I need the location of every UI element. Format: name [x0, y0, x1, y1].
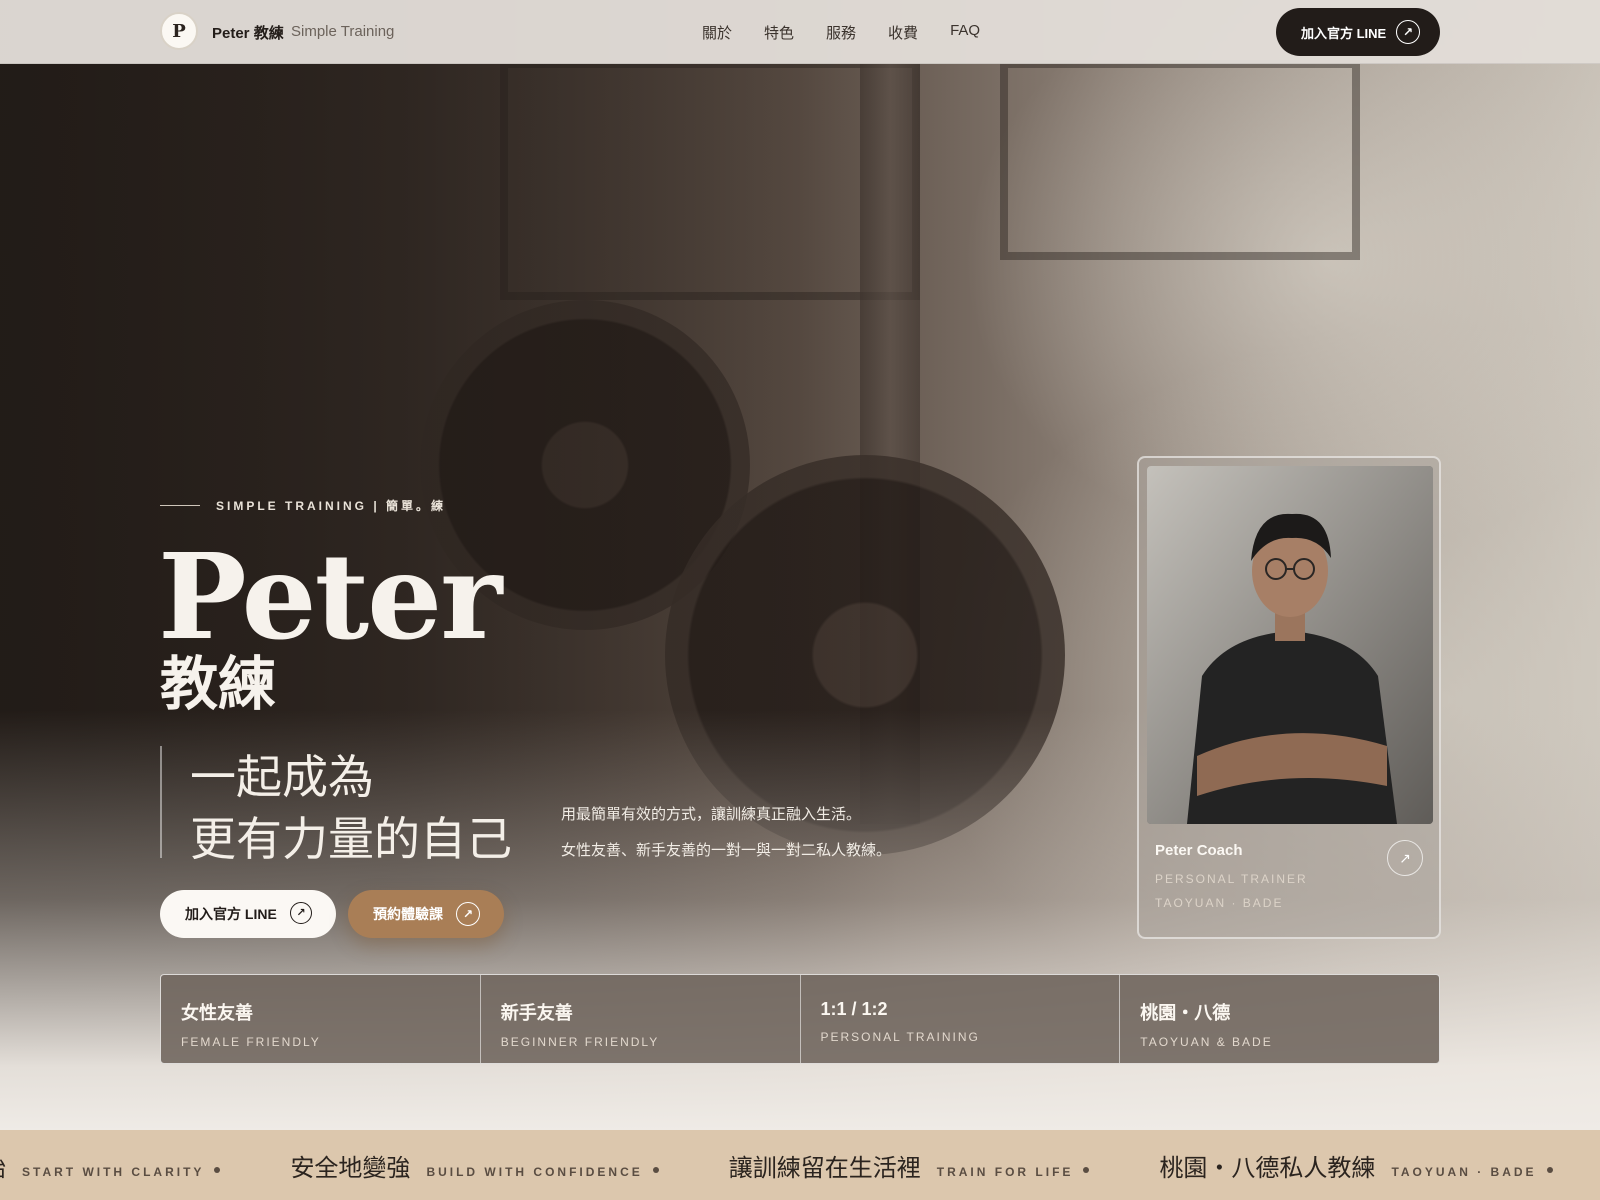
join-line-button-label: 加入官方 LINE [185, 906, 277, 922]
hero-eyebrow: SIMPLE TRAINING | 簡單。練 [160, 497, 446, 514]
feature-subtitle: TAOYUAN & BADE [1140, 1035, 1273, 1049]
eyebrow-divider [160, 505, 200, 506]
ticker-zh: 安全地變強 [290, 1153, 411, 1182]
marquee-ticker: 始 START WITH CLARITY 安全地變強 BUILD WITH CO… [0, 1130, 1600, 1200]
brand-subtitle: Simple Training [291, 23, 395, 40]
arrow-icon: ↗ [1396, 20, 1420, 44]
nav-line-button[interactable]: 加入官方 LINE ↗ [1276, 8, 1440, 56]
eyebrow-text: SIMPLE TRAINING | 簡單。練 [216, 499, 447, 513]
feature-title: 新手友善 [500, 1003, 573, 1023]
feature-item: 新手友善 BEGINNER FRIENDLY [481, 975, 801, 1063]
feature-item: 1:1 / 1:2 PERSONAL TRAINING [801, 975, 1121, 1063]
hero-title-en: Peter [158, 527, 502, 666]
feature-title: 桃園・八德 [1140, 1003, 1231, 1023]
nav-link-features[interactable]: 特色 [764, 22, 794, 43]
join-line-button[interactable]: 加入官方 LINE ↗ [160, 890, 336, 938]
nav-link-services[interactable]: 服務 [826, 22, 856, 43]
feature-subtitle: FEMALE FRIENDLY [181, 1035, 321, 1049]
tagline-line-2: 更有力量的自己 [190, 812, 512, 866]
coach-role: PERSONAL TRAINER [1155, 872, 1308, 886]
feature-title: 女性友善 [181, 1003, 253, 1023]
ticker-zh: 桃園・八德私人教練 [1159, 1153, 1376, 1182]
hero-description: 用最簡單有效的方式，讓訓練真正融入生活。 女性友善、新手友善的一對一與一對二私人… [561, 797, 891, 869]
ticker-item: 桃園・八德私人教練 TAOYUAN · BADE [1159, 1148, 1592, 1183]
feature-subtitle: PERSONAL TRAINING [820, 1030, 980, 1044]
book-trial-button-label: 預約體驗課 [373, 906, 443, 922]
nav-link-about[interactable]: 關於 [702, 22, 732, 43]
book-trial-button[interactable]: 預約體驗課 ↗ [348, 890, 504, 938]
coach-profile-card[interactable]: Peter Coach PERSONAL TRAINER TAOYUAN · B… [1137, 456, 1441, 939]
nav-links: 關於 特色 服務 收費 FAQ [702, 22, 980, 43]
desc-line-2: 女性友善、新手友善的一對一與一對二私人教練。 [561, 842, 892, 859]
desc-line-1: 用最簡單有效的方式，讓訓練真正融入生活。 [561, 806, 862, 823]
nav-line-button-label: 加入官方 LINE [1301, 25, 1387, 41]
ticker-item: 始 START WITH CLARITY [0, 1148, 260, 1183]
logo[interactable]: P [160, 12, 198, 50]
ticker-item: 讓訓練留在生活裡 TRAIN FOR LIFE [729, 1148, 1130, 1183]
card-arrow-icon[interactable]: ↗ [1387, 840, 1423, 876]
ticker-en: START WITH CLARITY [22, 1164, 205, 1179]
arrow-icon: ↗ [290, 902, 312, 924]
hero-title-zh: 教練 [160, 650, 277, 718]
dot-separator-icon [1083, 1166, 1090, 1173]
feature-subtitle: BEGINNER FRIENDLY [500, 1035, 660, 1049]
coach-name: Peter Coach [1155, 842, 1243, 859]
ticker-item: 安全地變強 BUILD WITH CONFIDENCE [290, 1148, 698, 1183]
dot-separator-icon [1546, 1166, 1553, 1173]
ticker-track: 始 START WITH CLARITY 安全地變強 BUILD WITH CO… [0, 1130, 1600, 1200]
feature-title: 1:1 / 1:2 [820, 999, 888, 1019]
hero-tagline: 一起成為 更有力量的自己 [160, 746, 512, 866]
top-nav: P Peter 教練 Simple Training 關於 特色 服務 收費 F… [0, 0, 1600, 64]
dot-separator-icon [652, 1166, 659, 1173]
dot-separator-icon [214, 1166, 221, 1173]
feature-strip: 女性友善 FEMALE FRIENDLY 新手友善 BEGINNER FRIEN… [160, 974, 1440, 1064]
arrow-icon: ↗ [456, 902, 480, 926]
ticker-en: TRAIN FOR LIFE [936, 1164, 1074, 1179]
feature-item: 桃園・八德 TAOYUAN & BADE [1120, 975, 1439, 1063]
ticker-en: BUILD WITH CONFIDENCE [426, 1164, 643, 1179]
brand-name[interactable]: Peter 教練 [212, 22, 284, 43]
feature-item: 女性友善 FEMALE FRIENDLY [161, 975, 481, 1063]
coach-photo [1147, 466, 1433, 824]
ticker-en: TAOYUAN · BADE [1391, 1164, 1537, 1179]
nav-link-faq[interactable]: FAQ [950, 22, 980, 43]
ticker-zh: 讓訓練留在生活裡 [728, 1153, 921, 1182]
ticker-zh: 始 [0, 1148, 6, 1183]
tagline-line-1: 一起成為 [190, 750, 374, 804]
coach-location: TAOYUAN · BADE [1155, 896, 1284, 910]
nav-link-pricing[interactable]: 收費 [888, 22, 918, 43]
